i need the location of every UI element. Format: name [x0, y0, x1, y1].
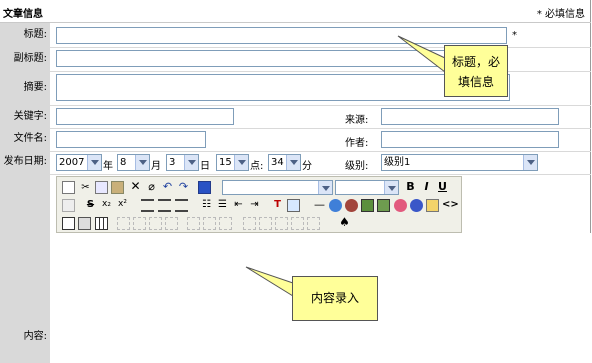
title-callout-line2: 填信息: [457, 75, 494, 89]
content-callout: 内容录入: [292, 276, 378, 321]
title-callout-pointer: [397, 35, 446, 74]
title-callout: 标题，必 填信息: [444, 45, 508, 97]
title-callout-line1: 标题，必: [451, 55, 500, 69]
content-callout-pointer: [245, 266, 294, 297]
